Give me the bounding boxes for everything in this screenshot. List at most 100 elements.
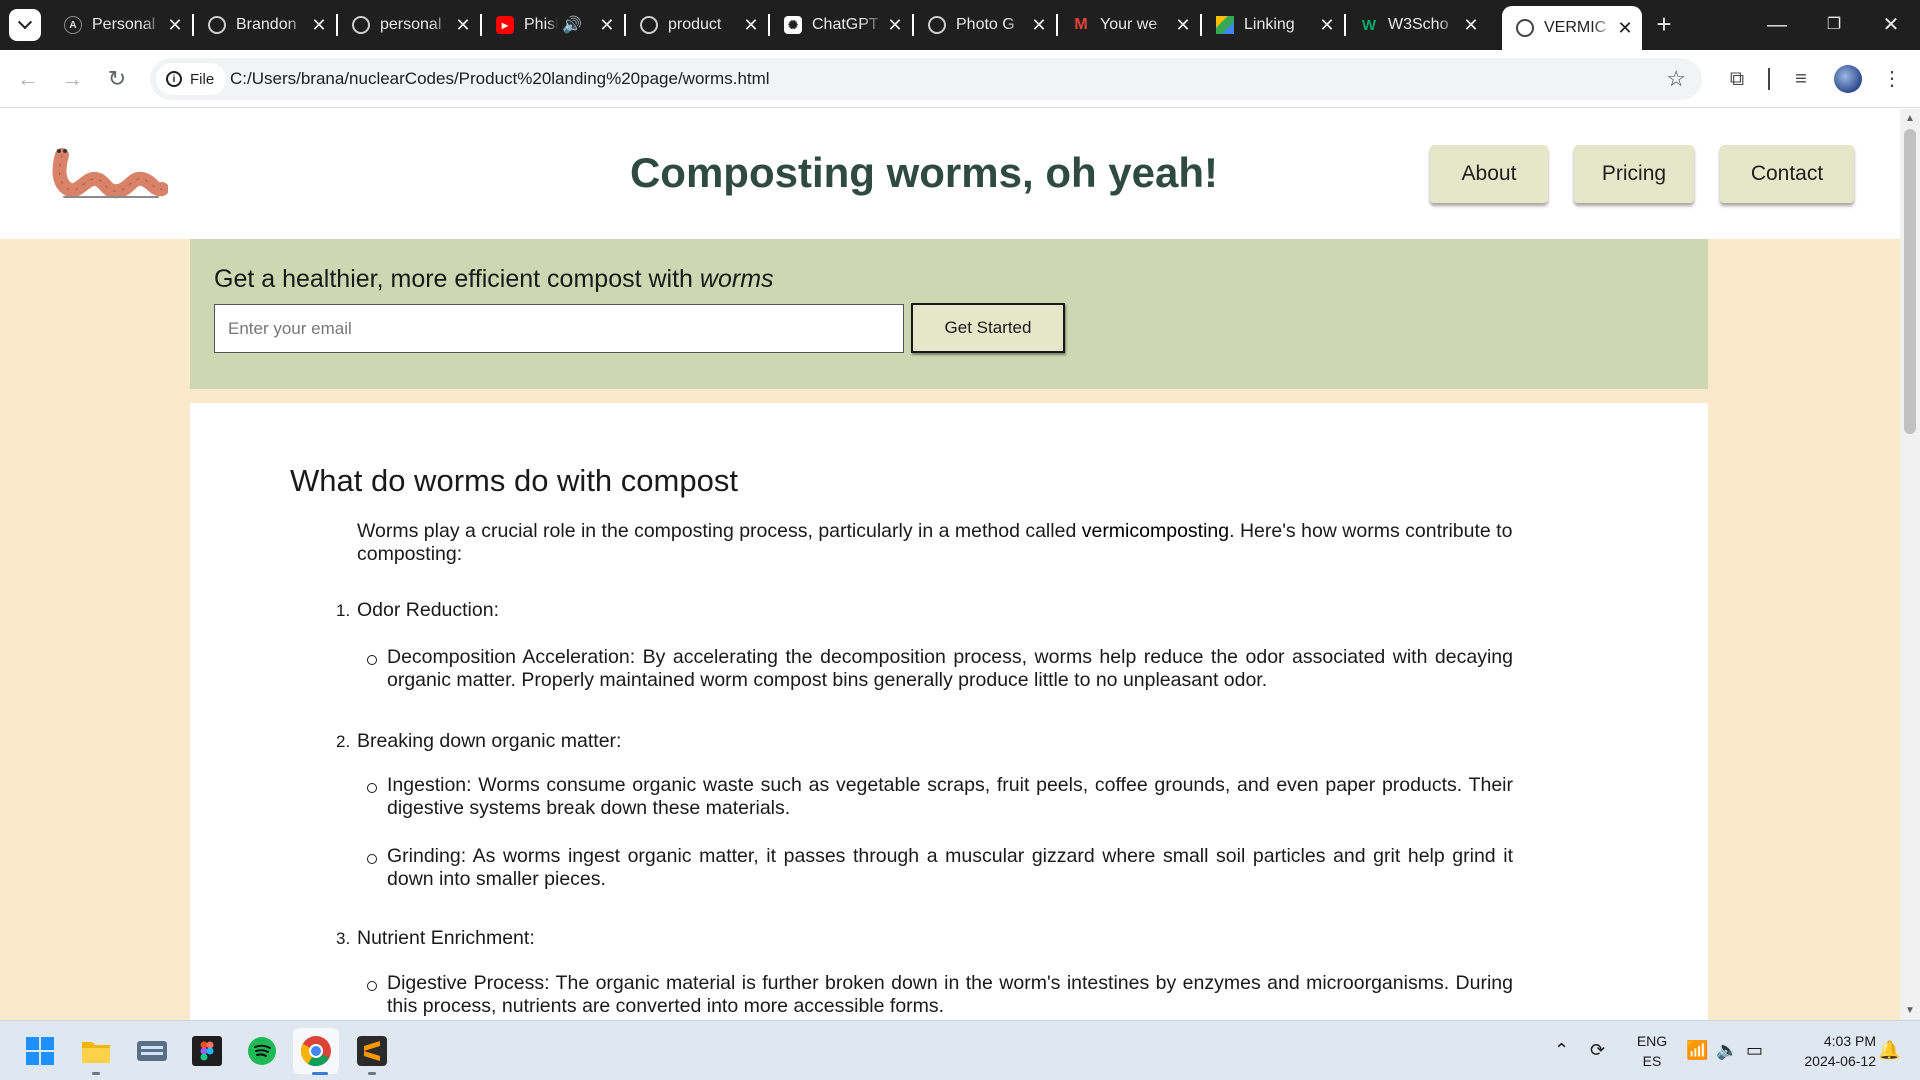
globe-icon — [208, 16, 226, 34]
tab-personal-2[interactable]: personal ✕ — [338, 8, 480, 42]
windows-taskbar: ⌃ ⟳ ENG ES 📶 🔈 ▭ 4:03 PM 2024-06-12 🔔 — [0, 1020, 1920, 1080]
close-icon[interactable]: ✕ — [1316, 15, 1338, 36]
scrollbar-thumb[interactable] — [1904, 129, 1916, 434]
extensions-icon[interactable]: ⧉ — [1722, 64, 1752, 94]
close-icon[interactable]: ✕ — [740, 15, 762, 36]
back-button[interactable]: ← — [13, 64, 43, 94]
notification-bell-icon[interactable]: 🔔 — [1878, 1040, 1900, 1061]
close-icon[interactable]: ✕ — [884, 15, 906, 36]
intro-text: Worms play a crucial role in the compost… — [357, 520, 1077, 542]
volume-icon[interactable]: 🔈 — [1716, 1040, 1738, 1061]
tab-photo[interactable]: Photo G ✕ — [914, 8, 1056, 42]
globe-icon — [640, 16, 658, 34]
page-scrollbar[interactable]: ▲ ▼ — [1900, 109, 1920, 1020]
tab-gmail[interactable]: M Your we ✕ — [1058, 8, 1200, 42]
list-item-title: Odor Reduction: — [357, 599, 499, 621]
tab-title: product — [668, 16, 722, 33]
list-item-point: Decomposition Acceleration: By accelerat… — [387, 646, 1513, 691]
hero-heading-text: Get a healthier, more efficient compost … — [214, 265, 693, 293]
tab-search-button[interactable] — [9, 9, 41, 41]
bullet-icon — [367, 981, 377, 991]
file-explorer-icon[interactable] — [78, 1033, 114, 1069]
spotify-icon[interactable] — [244, 1033, 280, 1069]
close-icon[interactable]: ✕ — [1172, 15, 1194, 36]
bullet-icon — [367, 655, 377, 665]
close-icon[interactable]: ✕ — [1614, 18, 1636, 39]
close-icon[interactable]: ✕ — [452, 15, 474, 36]
restore-button[interactable]: ❐ — [1819, 10, 1849, 40]
list-item-title: Breaking down organic matter: — [357, 730, 622, 752]
list-number: 1. — [336, 601, 351, 620]
page-viewport: Composting worms, oh yeah! About Pricing… — [0, 109, 1900, 1020]
tab-brandon[interactable]: Brandon ✕ — [194, 8, 336, 42]
get-started-button[interactable]: Get Started — [911, 303, 1065, 353]
file-label: File — [190, 70, 215, 88]
close-icon[interactable]: ✕ — [1028, 15, 1050, 36]
nav-pricing-button[interactable]: Pricing — [1574, 145, 1694, 203]
reload-button[interactable]: ↻ — [102, 64, 132, 94]
email-input[interactable] — [214, 304, 904, 353]
nav-contact-button[interactable]: Contact — [1720, 145, 1854, 203]
sublime-text-icon[interactable] — [354, 1033, 390, 1069]
tab-title: ChatGPT — [812, 16, 879, 33]
gmail-icon: M — [1074, 16, 1088, 33]
nav-about-button[interactable]: About — [1430, 145, 1548, 203]
site-header: Composting worms, oh yeah! About Pricing… — [0, 109, 1900, 239]
minimize-button[interactable]: — — [1762, 10, 1792, 40]
bookmark-star-icon[interactable]: ☆ — [1666, 66, 1686, 92]
intro-paragraph: Worms play a crucial role in the compost… — [357, 520, 1537, 566]
sync-icon[interactable]: ⟳ — [1590, 1040, 1605, 1061]
new-tab-button[interactable]: + — [1650, 10, 1678, 38]
tab-phishing[interactable]: ▶ Phishing 🔊 ✕ — [482, 8, 624, 42]
clock-time[interactable]: 4:03 PM — [1782, 1033, 1876, 1049]
site-info-chip[interactable]: i File — [156, 63, 227, 95]
figma-icon[interactable] — [189, 1033, 225, 1069]
running-indicator — [368, 1072, 376, 1075]
scroll-up-icon[interactable]: ▲ — [1904, 113, 1916, 124]
forward-button[interactable]: → — [57, 64, 87, 94]
tab-product[interactable]: product ✕ — [626, 8, 768, 42]
list-item-point: Digestive Process: The organic material … — [387, 972, 1513, 1017]
hero-section: Get a healthier, more efficient compost … — [190, 239, 1708, 389]
profile-avatar[interactable] — [1834, 65, 1862, 93]
globe-icon — [928, 16, 946, 34]
scroll-down-icon[interactable]: ▼ — [1904, 1005, 1916, 1016]
clock-date[interactable]: 2024-06-12 — [1782, 1053, 1876, 1069]
tab-linking[interactable]: Linking ✕ — [1202, 8, 1344, 42]
keyboard-app-icon[interactable] — [134, 1033, 170, 1069]
drive-icon — [1216, 16, 1234, 34]
close-icon[interactable]: ✕ — [308, 15, 330, 36]
chrome-icon[interactable] — [293, 1028, 339, 1074]
hero-heading: Get a healthier, more efficient compost … — [214, 265, 774, 294]
tab-title: Phishing — [524, 16, 558, 33]
keyboard-layout[interactable]: ES — [1632, 1053, 1672, 1069]
close-icon[interactable]: ✕ — [596, 15, 618, 36]
close-icon[interactable]: ✕ — [1460, 15, 1482, 36]
info-icon: i — [166, 71, 182, 87]
speaker-icon[interactable]: 🔊 — [562, 15, 582, 35]
menu-icon[interactable]: ⋮ — [1877, 64, 1907, 94]
media-control-icon[interactable]: ≡ — [1786, 64, 1816, 94]
tab-vermicomposting[interactable]: VERMIC ✕ — [1502, 6, 1642, 50]
tab-title: Photo G — [956, 16, 1015, 33]
tab-personal[interactable]: A Personal ✕ — [50, 8, 192, 42]
tab-chatgpt[interactable]: ✺ ChatGPT ✕ — [770, 8, 912, 42]
address-bar[interactable]: i File C:/Users/brana/nuclearCodes/Produ… — [150, 58, 1702, 100]
close-icon[interactable]: ✕ — [164, 15, 186, 36]
windows-start-icon[interactable] — [22, 1033, 58, 1069]
tab-w3schools[interactable]: W W3Scho ✕ — [1346, 8, 1488, 42]
list-number: 3. — [336, 929, 351, 948]
running-indicator — [92, 1072, 100, 1075]
close-window-button[interactable]: ✕ — [1876, 10, 1906, 40]
list-number: 2. — [336, 732, 351, 751]
battery-icon[interactable]: ▭ — [1746, 1040, 1763, 1061]
url-text[interactable]: C:/Users/brana/nuclearCodes/Product%20la… — [230, 58, 770, 100]
tab-title: Personal — [92, 16, 156, 33]
language-indicator[interactable]: ENG — [1632, 1033, 1672, 1049]
content-section: What do worms do with compost Worms play… — [190, 403, 1708, 1020]
active-indicator — [312, 1072, 328, 1075]
tab-title: Linking — [1244, 16, 1295, 33]
section-heading: What do worms do with compost — [290, 463, 738, 498]
wifi-icon[interactable]: 📶 — [1686, 1040, 1708, 1061]
chevron-up-icon[interactable]: ⌃ — [1554, 1040, 1569, 1061]
